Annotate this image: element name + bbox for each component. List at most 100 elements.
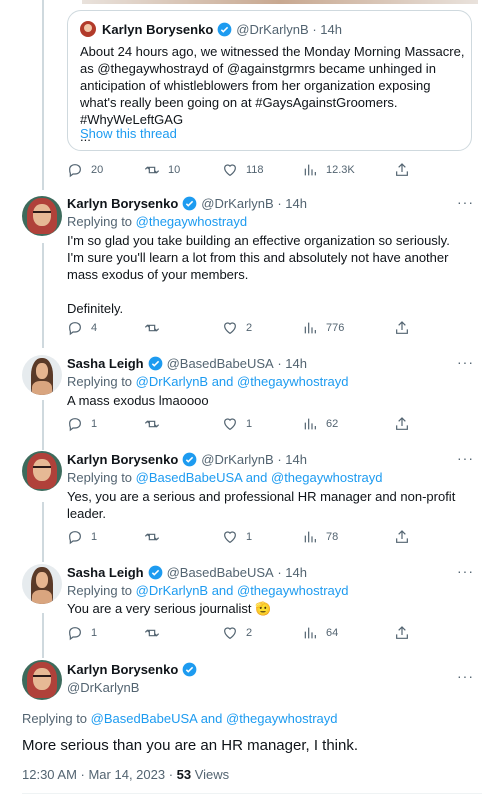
more-options-button[interactable]: ··· — [457, 563, 474, 579]
reply-mention-link[interactable]: @DrKarlynB and @thegaywhostrayd — [136, 583, 349, 598]
analytics-icon — [304, 164, 316, 176]
avatar[interactable] — [22, 564, 62, 604]
reply-mention-link[interactable]: @BasedBabeUSA and @thegaywhostrayd — [136, 470, 383, 485]
tweet-actions: 1 2 64 — [67, 625, 408, 641]
retweet-button[interactable] — [144, 416, 168, 432]
avatar[interactable] — [22, 196, 62, 236]
avatar[interactable] — [22, 660, 62, 700]
show-thread-link[interactable]: Show this thread — [80, 126, 177, 141]
thread-line — [42, 613, 44, 658]
heart-icon — [224, 418, 236, 431]
replying-to: Replying to @BasedBabeUSA and @thegaywho… — [22, 711, 338, 726]
author-handle[interactable]: @BasedBabeUSA — [167, 565, 274, 580]
views-button[interactable]: 64 — [302, 625, 338, 641]
share-button[interactable] — [394, 320, 418, 336]
tweet-timestamp: 12:30 AM · Mar 14, 2023 · 53 Views — [22, 767, 230, 782]
like-count: 2 — [246, 322, 253, 334]
like-button[interactable]: 1 — [222, 416, 252, 432]
like-button[interactable]: 118 — [222, 162, 264, 178]
reply-mention-link[interactable]: @BasedBabeUSA and @thegaywhostrayd — [91, 711, 338, 726]
reply-button[interactable]: 20 — [67, 162, 103, 178]
thread-line — [42, 0, 44, 190]
author-handle[interactable]: @DrKarlynB — [67, 680, 139, 695]
tweet-actions: 1 1 78 — [67, 529, 408, 545]
thread-line — [42, 400, 44, 450]
reply-icon — [69, 164, 81, 178]
author-name[interactable]: Karlyn Borysenko — [67, 196, 178, 211]
replying-to: Replying to @BasedBabeUSA and @thegaywho… — [67, 470, 383, 485]
heart-icon — [224, 322, 236, 335]
views-button[interactable]: 776 — [302, 320, 344, 336]
share-icon — [396, 530, 408, 543]
verified-badge-icon — [182, 452, 197, 467]
share-icon — [396, 417, 408, 430]
tweet-text: You are a very serious journalist 🫡 — [67, 601, 272, 616]
retweet-icon — [144, 533, 160, 541]
avatar[interactable] — [22, 451, 62, 491]
like-count: 118 — [246, 164, 264, 176]
views-count: 12.3K — [326, 164, 355, 176]
more-options-button[interactable]: ··· — [457, 354, 474, 370]
retweet-icon — [144, 629, 160, 637]
retweet-button[interactable] — [144, 320, 168, 336]
tweet-time[interactable]: 14h — [320, 22, 342, 37]
tweet-time[interactable]: · 14h — [277, 356, 307, 371]
avatar[interactable] — [22, 355, 62, 395]
retweet-button[interactable]: 10 — [144, 162, 180, 178]
heart-icon — [224, 627, 236, 640]
tweet-header: Sasha Leigh @BasedBabeUSA · 14h — [67, 565, 307, 580]
like-count: 1 — [246, 531, 253, 543]
author-handle[interactable]: @DrKarlynB — [201, 196, 273, 211]
tweet-time[interactable]: · 14h — [277, 565, 307, 580]
views-button[interactable]: 78 — [302, 529, 338, 545]
author-handle[interactable]: @DrKarlynB — [201, 452, 273, 467]
author-name[interactable]: Sasha Leigh — [67, 356, 144, 371]
reply-button[interactable]: 1 — [67, 625, 97, 641]
views-button[interactable]: 62 — [302, 416, 338, 432]
verified-badge-icon — [148, 565, 162, 580]
reply-button[interactable]: 4 — [67, 320, 97, 336]
avatar[interactable] — [80, 21, 96, 37]
like-count: 1 — [246, 418, 253, 430]
replying-to: Replying to @thegaywhostrayd — [67, 214, 248, 229]
reply-mention-link[interactable]: @thegaywhostrayd — [136, 214, 247, 229]
author-name[interactable]: Karlyn Borysenko — [67, 452, 178, 467]
share-button[interactable] — [394, 529, 418, 545]
share-icon — [396, 626, 408, 639]
author-name[interactable]: Karlyn Borysenko — [102, 22, 213, 37]
tweet-time[interactable]: · 14h — [277, 196, 307, 211]
tweet-time[interactable]: · 14h — [277, 452, 307, 467]
more-options-button[interactable]: ··· — [457, 668, 474, 684]
reply-button[interactable]: 1 — [67, 529, 97, 545]
reply-icon — [69, 531, 81, 545]
reply-count: 20 — [91, 164, 104, 176]
like-button[interactable]: 2 — [222, 625, 252, 641]
retweet-button[interactable] — [144, 625, 168, 641]
tweet-header: Karlyn Borysenko @DrKarlynB · 14h — [67, 452, 307, 467]
views-button[interactable]: 12.3K — [302, 162, 355, 178]
author-handle[interactable]: @BasedBabeUSA — [167, 356, 274, 371]
author-handle[interactable]: @DrKarlynB — [236, 22, 308, 37]
like-button[interactable]: 2 — [222, 320, 252, 336]
reply-button[interactable]: 1 — [67, 416, 97, 432]
share-button[interactable] — [394, 162, 418, 178]
more-options-button[interactable]: ··· — [457, 450, 474, 466]
share-button[interactable] — [394, 416, 418, 432]
quoted-tweet-card[interactable]: Karlyn Borysenko @DrKarlynB · 14h About … — [67, 10, 472, 151]
reply-mention-link[interactable]: @DrKarlynB and @thegaywhostrayd — [136, 374, 349, 389]
retweet-button[interactable] — [144, 529, 168, 545]
author-name[interactable]: Karlyn Borysenko — [67, 662, 178, 677]
reply-count: 4 — [91, 322, 98, 334]
author-name[interactable]: Sasha Leigh — [67, 565, 144, 580]
replying-to: Replying to @DrKarlynB and @thegaywhostr… — [67, 583, 349, 598]
timestamp-link[interactable]: 12:30 AM · Mar 14, 2023 · — [22, 767, 177, 782]
verified-badge-icon — [182, 196, 197, 211]
tweet-text: Yes, you are a serious and professional … — [67, 489, 456, 521]
verified-badge-icon — [182, 662, 197, 677]
thread-line — [42, 502, 44, 562]
like-button[interactable]: 1 — [222, 529, 252, 545]
heart-icon — [224, 164, 236, 177]
more-options-button[interactable]: ··· — [457, 194, 474, 210]
share-button[interactable] — [394, 625, 418, 641]
thread-top-image — [82, 0, 478, 4]
